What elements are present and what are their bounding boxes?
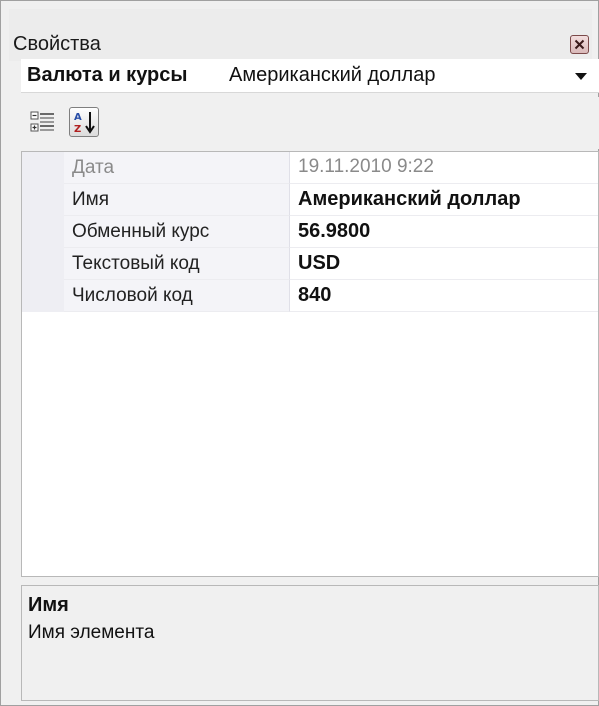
close-button[interactable] [570, 35, 589, 54]
property-name: Текстовый код [72, 253, 200, 274]
property-row-numeric-code[interactable]: Числовой код 840 [22, 280, 598, 312]
property-name: Дата [72, 157, 115, 178]
dropdown-arrow-icon[interactable] [575, 73, 587, 80]
property-toolbar: A Z [21, 97, 599, 149]
svg-text:Z: Z [74, 124, 81, 135]
properties-window: Свойства Валюта и курсы Американский дол… [0, 0, 599, 706]
property-value: USD [298, 252, 341, 274]
categorized-button[interactable] [29, 107, 59, 137]
help-title: Имя [28, 594, 69, 616]
categorized-view-icon [30, 111, 54, 132]
title-bar: Свойства [9, 9, 592, 61]
help-panel: Имя Имя элемента [21, 585, 599, 701]
property-grid: Дата 19.11.2010 9:22 Имя Американский до… [21, 151, 599, 577]
object-name: Валюта и курсы [27, 64, 188, 86]
property-row-exchange-rate[interactable]: Обменный курс 56.9800 [22, 216, 598, 248]
property-row-date[interactable]: Дата 19.11.2010 9:22 [22, 152, 598, 184]
property-value: 56.9800 [298, 220, 371, 242]
object-selector[interactable]: Валюта и курсы Американский доллар [21, 59, 599, 93]
property-value: 19.11.2010 9:22 [298, 156, 434, 177]
window-title: Свойства [13, 33, 101, 55]
property-name: Обменный курс [72, 221, 210, 242]
property-row-text-code[interactable]: Текстовый код USD [22, 248, 598, 280]
help-description: Имя элемента [28, 622, 155, 643]
svg-text:A: A [74, 112, 82, 123]
property-value: 840 [298, 284, 332, 306]
object-type: Американский доллар [229, 64, 436, 86]
close-icon [574, 39, 585, 50]
property-name: Числовой код [72, 285, 193, 306]
sort-az-icon: A Z [74, 112, 95, 135]
property-name: Имя [72, 189, 110, 210]
property-row-name[interactable]: Имя Американский доллар [22, 184, 598, 216]
alphabetical-button[interactable]: A Z [69, 107, 99, 137]
property-value: Американский доллар [298, 188, 521, 210]
